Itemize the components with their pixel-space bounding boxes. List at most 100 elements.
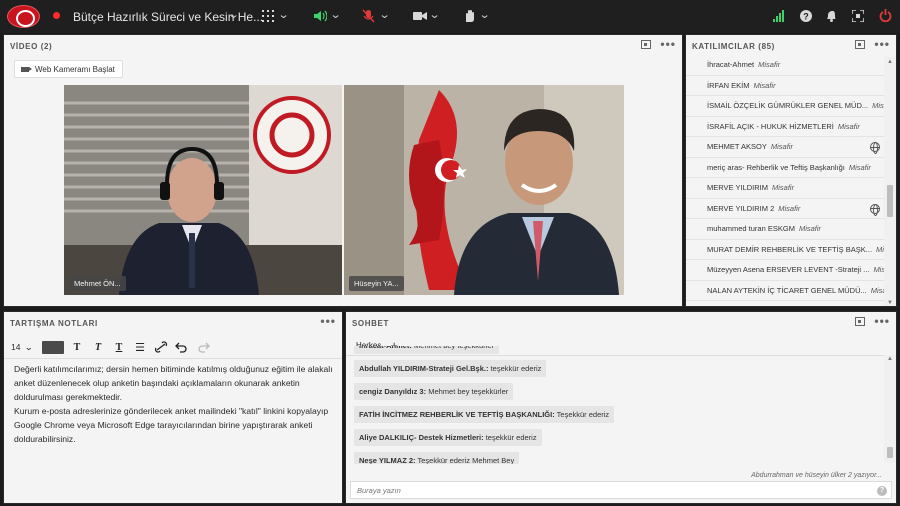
raise-hand-icon[interactable]	[463, 9, 476, 23]
recording-indicator	[53, 12, 60, 19]
notes-toolbar: 14 ⌄ T T T ☰	[8, 338, 211, 356]
apps-grid-icon[interactable]	[262, 10, 274, 22]
video-feed-2	[344, 85, 624, 295]
chat-message: Aliye DALKILIÇ- Destek Hizmetleri: teşek…	[354, 429, 542, 446]
participant-row[interactable]: Nebahat DURAN Misafir	[686, 301, 886, 307]
apps-chevron-icon[interactable]: ⌄	[278, 8, 290, 21]
participant-row[interactable]: MURAT DEMİR REHBERLİK VE TEFTİŞ BAŞK...M…	[686, 240, 896, 260]
chat-scrollbar[interactable]: ▲	[884, 355, 896, 463]
participant-row[interactable]: meriç aras- Rehberlik ve Teftiş Başkanlı…	[686, 158, 886, 178]
meeting-menu-chevron-icon[interactable]: ⌄	[228, 8, 240, 21]
camera-chevron-icon[interactable]: ⌄	[429, 8, 441, 21]
chat-sender: İhracat-Ahmet:	[359, 346, 412, 350]
video-tile-1[interactable]: Mehmet ÖN...	[64, 85, 342, 295]
bold-icon[interactable]: T	[69, 340, 85, 354]
participant-name: MURAT DEMİR REHBERLİK VE TEFTİŞ BAŞK...	[707, 244, 873, 254]
participant-name: İRFAN EKİM	[707, 80, 750, 90]
link-icon[interactable]	[153, 340, 169, 354]
participant-role: Misafir	[758, 60, 781, 70]
participants-scroll-thumb[interactable]	[887, 185, 893, 217]
power-icon[interactable]	[879, 9, 892, 22]
chat-message: Neşe YILMAZ 2: Teşekkür ederiz Mehmet Be…	[354, 452, 520, 464]
participant-row[interactable]: MERVE YILDIRIM 2 Misafir	[686, 199, 886, 219]
participant-row[interactable]: İSRAFİL AÇIK - HUKUK HİZMETLERİ Misafir	[686, 117, 886, 137]
list-icon[interactable]: ☰	[132, 340, 148, 354]
scroll-down-icon[interactable]: ▼	[887, 300, 893, 306]
underline-icon[interactable]: T	[111, 340, 127, 354]
participant-role: Misafir	[768, 306, 790, 307]
chat-pod-title: SOHBET	[352, 318, 389, 328]
top-bar: Bütçe Hazırlık Süreci ve Kesin He... ⌄ ⌄…	[0, 0, 900, 33]
pod-maximize-icon[interactable]	[855, 40, 866, 49]
chat-scroll-up-icon[interactable]: ▲	[887, 356, 893, 362]
participant-name: İhracat-Ahmet	[707, 60, 755, 70]
font-size-chevron-icon[interactable]: ⌄	[25, 342, 34, 353]
ministry-logo	[7, 5, 40, 28]
webcam-icon	[21, 66, 32, 72]
speaker-icon[interactable]	[313, 9, 327, 23]
video-tile-1-name: Mehmet ÖN...	[69, 276, 126, 291]
participant-name: meriç aras- Rehberlik ve Teftiş Başkanlı…	[707, 162, 845, 172]
chat-help-icon[interactable]: ?	[877, 486, 887, 496]
chat-scroll-thumb[interactable]	[887, 447, 893, 458]
chat-text: Teşekkür ederiz Mehmet Bey	[417, 456, 515, 464]
fullscreen-icon[interactable]	[852, 10, 864, 22]
chat-sender: Aliye DALKILIÇ- Destek Hizmetleri:	[359, 433, 484, 442]
participant-role: Misafir	[848, 162, 871, 172]
redo-icon[interactable]	[195, 340, 211, 354]
participant-row[interactable]: MEHMET AKSOY Misafir	[686, 137, 886, 158]
participant-role: Misafir	[770, 142, 793, 152]
participant-name: NALAN AYTEKİN İÇ TİCARET GENEL MÜDÜ...	[707, 285, 867, 295]
font-size-select[interactable]: 14	[11, 342, 20, 352]
notes-text: Değerli katılımcılarımız; dersin hemen b…	[14, 364, 333, 444]
notes-content[interactable]: Değerli katılımcılarımız; dersin hemen b…	[14, 362, 339, 446]
text-color-button[interactable]	[42, 340, 65, 354]
participant-role: Misafir	[837, 121, 860, 131]
participant-row[interactable]: MERVE YILDIRIM Misafir	[686, 178, 886, 199]
pod-maximize-icon[interactable]	[855, 317, 866, 326]
participant-row[interactable]: İRFAN EKİM Misafir	[686, 76, 886, 96]
participant-row[interactable]: Müzeyyen Asena ERSEVER LEVENT -Strateji …	[686, 260, 896, 281]
chat-sender: Neşe YILMAZ 2:	[359, 456, 416, 464]
participant-name: MEHMET AKSOY	[707, 142, 767, 152]
participant-row[interactable]: İhracat-Ahmet Misafir	[686, 55, 886, 76]
start-webcam-button[interactable]: Web Kameramı Başlat	[14, 60, 123, 78]
chat-text: Teşekkür ederiz	[556, 410, 610, 419]
mic-chevron-icon[interactable]: ⌄	[379, 8, 391, 21]
pod-options-icon[interactable]: •••	[660, 38, 676, 50]
camera-icon[interactable]	[413, 11, 427, 21]
participant-role: Misafir	[753, 80, 776, 90]
scroll-up-icon[interactable]: ▲	[887, 59, 893, 65]
video-tile-2[interactable]: Hüseyin YA...	[344, 85, 624, 295]
undo-icon[interactable]	[174, 340, 190, 354]
chat-text: teşekkür ederiz	[485, 433, 537, 442]
speaker-chevron-icon[interactable]: ⌄	[330, 8, 342, 21]
participant-name: Müzeyyen Asena ERSEVER LEVENT -Strateji …	[707, 265, 870, 275]
chat-input-placeholder: Buraya yazın	[357, 486, 401, 495]
pod-options-icon[interactable]: •••	[874, 315, 890, 327]
participant-row[interactable]: muhammed turan ESKGM Misafir	[686, 219, 886, 240]
notes-pod: TARTIŞMA NOTLARI ••• 14 ⌄ T T T ☰ Değerl…	[3, 311, 343, 504]
participant-name: İSMAİL ÖZÇELİK GÜMRÜKLER GENEL MÜD...	[707, 101, 869, 111]
participant-row[interactable]: NALAN AYTEKİN İÇ TİCARET GENEL MÜDÜ... Mi…	[686, 281, 893, 301]
help-icon[interactable]: ?	[800, 10, 812, 22]
participant-row[interactable]: İSMAİL ÖZÇELİK GÜMRÜKLER GENEL MÜD...Mis…	[686, 96, 894, 117]
participant-role: Misafir	[778, 203, 801, 213]
chat-message: cengiz Danyıldız 3: Mehmet bey teşekkürl…	[354, 383, 514, 400]
participant-role: Misafir	[772, 183, 795, 193]
mic-muted-icon[interactable]	[362, 9, 375, 23]
italic-icon[interactable]: T	[90, 340, 106, 354]
chat-input[interactable]: Buraya yazın ?	[350, 481, 892, 499]
chat-text: teşekkür ederiz	[490, 364, 542, 373]
chat-text: Mehmet bey teşekkürler	[414, 346, 494, 350]
notification-icon[interactable]	[826, 10, 837, 22]
participant-role: Misafir	[798, 224, 822, 234]
participant-name: İSRAFİL AÇIK - HUKUK HİZMETLERİ	[707, 121, 834, 131]
typing-indicator: Abdurrahman ve hüseyin ülker 2 yazıyor..…	[751, 472, 882, 479]
raise-hand-chevron-icon[interactable]: ⌄	[479, 8, 491, 21]
chat-message: Abdullah YILDIRIM-Strateji Gel.Bşk.: teş…	[354, 360, 547, 377]
pod-options-icon[interactable]: •••	[320, 315, 336, 327]
pod-options-icon[interactable]: •••	[874, 38, 890, 50]
participants-scrollbar[interactable]: ▲ ▼	[884, 57, 896, 306]
pod-maximize-icon[interactable]	[641, 40, 652, 49]
